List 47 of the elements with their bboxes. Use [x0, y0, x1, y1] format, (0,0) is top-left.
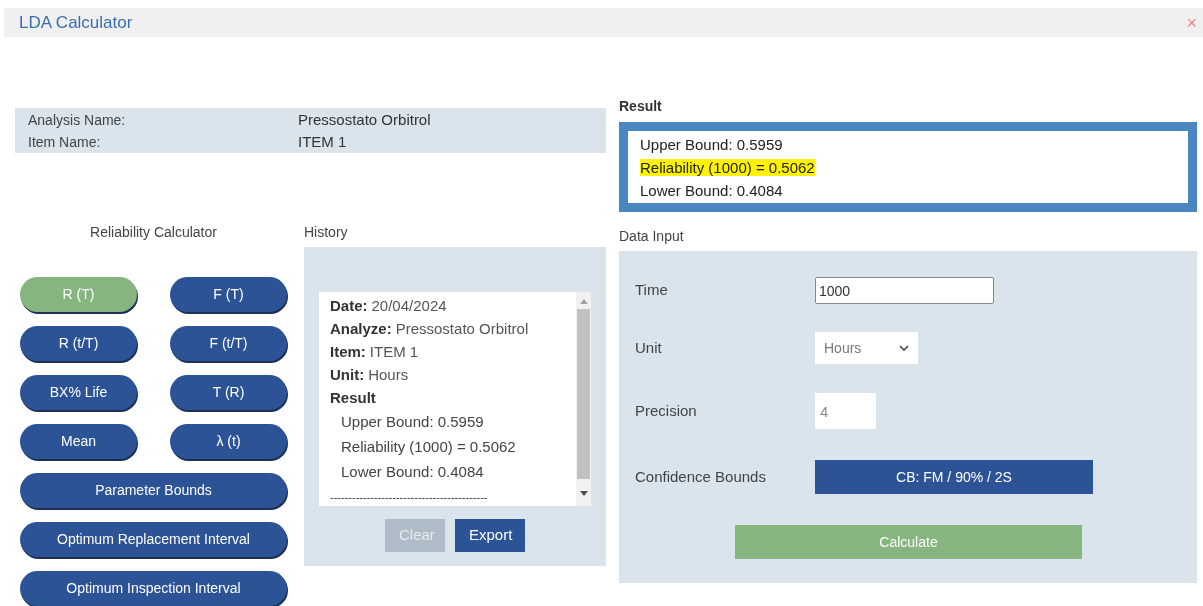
history-value: 20/04/2024 — [371, 296, 447, 316]
precision-field[interactable]: 4 — [815, 393, 876, 429]
history-label: Date: — [330, 296, 368, 316]
history-value: Pressostato Orbitrol — [395, 319, 529, 339]
history-label: Analyze: — [330, 319, 392, 339]
scroll-down-icon[interactable] — [579, 491, 588, 496]
history-value: ITEM 1 — [369, 342, 419, 362]
info-value: ITEM 1 — [298, 131, 347, 152]
unit-select[interactable]: Hours — [815, 332, 918, 364]
calculator-button[interactable]: Parameter Bounds — [20, 473, 287, 508]
info-value: Pressostato Orbitrol — [298, 109, 431, 130]
calculator-button[interactable]: Optimum Inspection Interval — [20, 571, 287, 606]
chevron-down-icon — [899, 345, 909, 351]
history-heading: Result — [330, 389, 376, 406]
confidence-bounds-button[interactable]: CB: FM / 90% / 2S — [815, 460, 1093, 494]
time-field[interactable]: 1000 — [815, 277, 994, 304]
section-title: Data Input — [619, 228, 684, 244]
history-result: Reliability (1000) = 0.5062 — [341, 438, 516, 455]
section-title: Result — [619, 98, 662, 114]
history-value: Hours — [368, 365, 409, 385]
calculator-button[interactable]: F (t/T) — [170, 326, 287, 361]
history-label: Item: — [330, 342, 366, 362]
info-label: Analysis Name: — [27, 110, 127, 130]
field-label: Unit — [635, 337, 663, 358]
calculator-button[interactable]: λ (t) — [170, 424, 287, 459]
history-button[interactable]: Export — [455, 519, 525, 552]
field-label: Confidence Bounds — [635, 466, 767, 487]
history-label: Unit: — [330, 365, 365, 385]
field-label: Precision — [635, 400, 698, 421]
history-result: Lower Bound: 0.4084 — [341, 463, 484, 480]
section-title: History — [304, 224, 348, 240]
calculator-button[interactable]: R (t/T) — [20, 326, 137, 361]
scrollbar[interactable] — [576, 292, 591, 506]
calculator-button[interactable]: T (R) — [170, 375, 287, 410]
calculator-button[interactable]: Optimum Replacement Interval — [20, 522, 287, 557]
history-separator: ------------------------------------------- — [330, 491, 488, 503]
info-label: Item Name: — [27, 132, 102, 152]
calculator-button[interactable]: BX% Life — [20, 375, 137, 410]
result-line: Lower Bound: 0.4084 — [640, 181, 783, 199]
history-result: Upper Bound: 0.5959 — [341, 413, 484, 430]
field-label: Time — [635, 280, 669, 301]
window-title: LDA Calculator — [19, 11, 133, 34]
result-line: Upper Bound: 0.5959 — [640, 135, 783, 153]
scroll-up-icon[interactable] — [579, 299, 588, 304]
calculator-button[interactable]: Mean — [20, 424, 137, 459]
section-title: Reliability Calculator — [90, 224, 217, 240]
calculator-button[interactable]: F (T) — [170, 277, 287, 312]
